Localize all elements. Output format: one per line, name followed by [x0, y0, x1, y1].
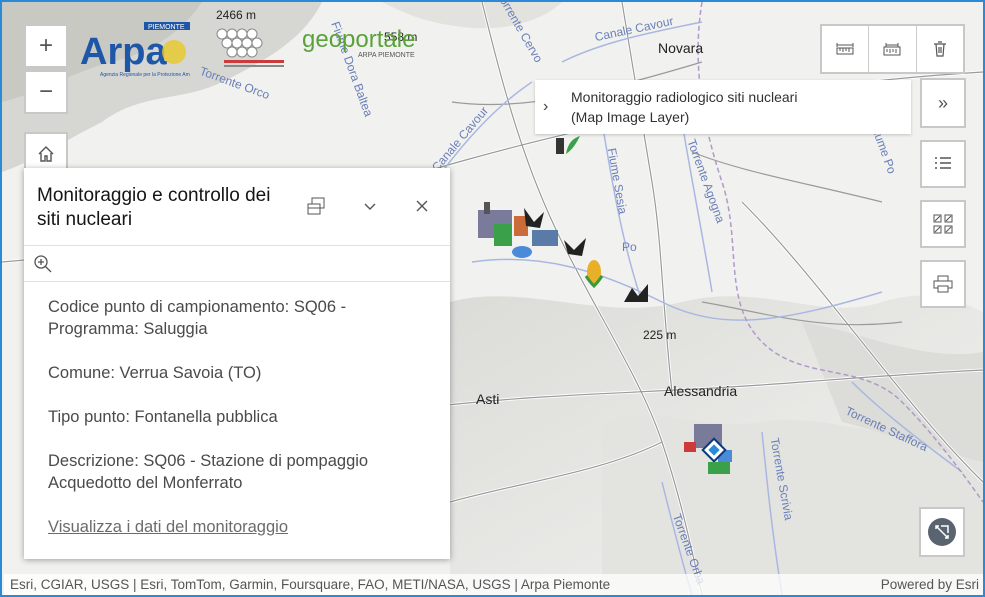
selected-site-symbols[interactable]: [678, 420, 738, 480]
city-label-alessandria: Alessandria: [664, 383, 738, 399]
clear-measurement-button[interactable]: [917, 26, 963, 72]
legend-icon: [935, 157, 951, 169]
nuclear-site-symbols[interactable]: [474, 198, 594, 268]
dock-icon: [307, 197, 325, 215]
chevron-right-icon[interactable]: ›: [543, 98, 571, 116]
measure-distance-icon: [836, 43, 854, 55]
monitoring-data-link[interactable]: Visualizza i dati del monitoraggio: [48, 518, 288, 536]
corn-symbol[interactable]: [580, 258, 610, 288]
print-button[interactable]: [920, 260, 966, 308]
field-descrizione: Descrizione: SQ06 - Stazione di pompaggi…: [48, 452, 369, 492]
expand-layer-list-button[interactable]: »: [920, 78, 966, 128]
geoportale-logo: geoportale ARPA PIEMONTE: [302, 26, 422, 66]
zoom-out-button[interactable]: −: [24, 70, 68, 114]
trash-icon: [933, 41, 946, 57]
regional-seal-logo: [210, 24, 290, 74]
river-label: Po: [622, 240, 637, 254]
basemap-gallery-icon: [933, 214, 953, 234]
popup-content: Codice punto di campionamento: SQ06 - Pr…: [48, 296, 428, 538]
zoom-to-feature-button[interactable]: [32, 253, 54, 280]
plant-symbol[interactable]: [554, 132, 584, 158]
home-icon: [38, 146, 54, 162]
layer-tooltip: › Monitoraggio radiologico siti nucleari…: [535, 80, 911, 134]
measure-toolbar: [820, 24, 965, 74]
arpa-region-text: PIEMONTE: [148, 24, 185, 31]
measure-area-icon: [883, 43, 901, 56]
double-chevron-right-icon: »: [937, 92, 948, 113]
city-label-novara: Novara: [658, 40, 704, 56]
popup-actions: [24, 246, 450, 282]
geoportale-logo-subtext: ARPA PIEMONTE: [358, 52, 415, 59]
measure-area-button[interactable]: [869, 26, 917, 72]
arpa-logo: PIEMONTE Arpa Agenzia Regionale per la P…: [80, 22, 208, 78]
attribution-bar: Esri, CGIAR, USGS | Esri, TomTom, Garmin…: [4, 574, 983, 595]
field-comune: Comune: Verrua Savoia (TO): [48, 364, 262, 382]
basemap-gallery-button[interactable]: [920, 200, 966, 248]
plus-icon: +: [38, 32, 53, 59]
measure-distance-button[interactable]: [822, 26, 870, 72]
close-icon: [416, 200, 428, 212]
chevron-down-icon: [364, 203, 376, 210]
feature-popup: Monitoraggio e controllo dei siti nuclea…: [24, 168, 450, 559]
fullscreen-button[interactable]: [919, 507, 965, 557]
city-label-asti: Asti: [476, 391, 500, 407]
popup-title: Monitoraggio e controllo dei siti nuclea…: [37, 185, 271, 230]
geoportale-logo-text: geoportale: [302, 26, 416, 53]
svg-text:Agenzia Regionale per la Prote: Agenzia Regionale per la Protezione Ambi…: [100, 72, 190, 78]
powered-by-esri[interactable]: Powered by Esri: [881, 574, 979, 595]
layer-type: (Map Image Layer): [571, 109, 690, 125]
layer-name: Monitoraggio radiologico siti nucleari: [571, 89, 798, 105]
expand-icon: [928, 518, 956, 546]
legend-button[interactable]: [920, 140, 966, 188]
field-symbol[interactable]: [622, 282, 650, 304]
popup-header: Monitoraggio e controllo dei siti nuclea…: [24, 168, 450, 246]
collapse-popup-button[interactable]: [358, 194, 382, 218]
svg-text:Arpa: Arpa: [80, 31, 167, 73]
zoom-to-icon: [34, 255, 52, 273]
printer-icon: [933, 275, 953, 293]
elevation-label: 2466 m: [216, 8, 257, 22]
attribution-text[interactable]: Esri, CGIAR, USGS | Esri, TomTom, Garmin…: [10, 577, 610, 592]
app-frame: 2466 m 558 m 225 m Novara Asti Alessandr…: [0, 0, 985, 597]
dock-popup-button[interactable]: [304, 194, 328, 218]
close-popup-button[interactable]: [410, 194, 434, 218]
zoom-in-button[interactable]: +: [24, 24, 68, 68]
elevation-label: 225 m: [643, 328, 677, 342]
field-tipo-punto: Tipo punto: Fontanella pubblica: [48, 408, 278, 426]
field-codice: Codice punto di campionamento: SQ06 - Pr…: [48, 298, 347, 338]
minus-icon: −: [38, 78, 53, 105]
